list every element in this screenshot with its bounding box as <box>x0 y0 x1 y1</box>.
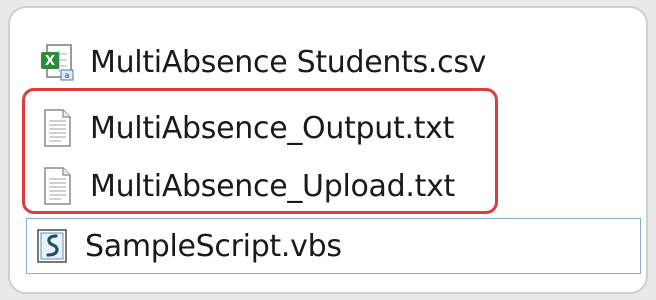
svg-text:X: X <box>45 54 55 69</box>
file-item-csv[interactable]: X a MultiAbsence Students.csv <box>32 36 592 88</box>
file-name: MultiAbsence Students.csv <box>90 44 487 80</box>
file-item-upload-txt[interactable]: MultiAbsence_Upload.txt <box>32 160 502 212</box>
file-item-output-txt[interactable]: MultiAbsence_Output.txt <box>32 102 502 154</box>
file-item-vbs[interactable]: SampleScript.vbs <box>26 218 641 274</box>
csv-excel-icon: X a <box>38 40 76 84</box>
svg-text:a: a <box>65 71 70 80</box>
vbscript-file-icon <box>33 224 71 268</box>
text-file-icon <box>38 106 76 150</box>
file-name: MultiAbsence_Upload.txt <box>90 168 455 204</box>
file-name: SampleScript.vbs <box>85 228 342 264</box>
file-name: MultiAbsence_Output.txt <box>90 110 455 146</box>
text-file-icon <box>38 164 76 208</box>
